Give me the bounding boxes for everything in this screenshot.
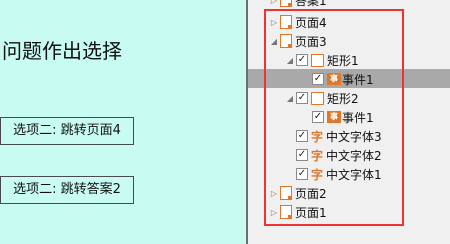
- option-button-answer2[interactable]: 选项二: 跳转答案2: [0, 176, 134, 204]
- expand-arrow-icon[interactable]: ▷: [268, 208, 280, 217]
- tree-item-font1[interactable]: ✓ 字 中文字体1: [296, 165, 382, 183]
- visibility-checkbox[interactable]: ✓: [296, 54, 308, 66]
- tree-item-label: 矩形2: [327, 91, 359, 106]
- tree-item-label: 页面3: [295, 34, 327, 49]
- text-icon: 字: [311, 167, 324, 182]
- text-icon: 字: [311, 148, 324, 163]
- event-icon: 事: [327, 73, 341, 85]
- layer-tree-panel: ▷ 答案1 ▷ 页面4 ◢ 页面3 ◢ ✓ 矩形1 ✓ 事 事件1 ◢ ✓ 矩形…: [248, 0, 450, 244]
- question-text: 问题作出选择: [2, 39, 122, 63]
- visibility-checkbox[interactable]: ✓: [312, 73, 324, 85]
- visibility-checkbox[interactable]: ✓: [296, 168, 308, 180]
- page-icon: [280, 0, 292, 7]
- tree-item-label: 事件1: [342, 110, 374, 125]
- collapse-arrow-icon[interactable]: ◢: [284, 94, 296, 103]
- expand-arrow-icon[interactable]: ▷: [268, 0, 280, 5]
- visibility-checkbox[interactable]: ✓: [296, 130, 308, 142]
- tree-item-rect2[interactable]: ◢ ✓ 矩形2: [284, 89, 359, 107]
- rectangle-icon: [311, 91, 324, 105]
- tree-item-page3[interactable]: ◢ 页面3: [268, 32, 327, 50]
- tree-item-event1-selected[interactable]: ✓ 事 事件1: [312, 70, 374, 88]
- page-icon: [280, 15, 292, 29]
- visibility-checkbox[interactable]: ✓: [312, 111, 324, 123]
- page-icon: [280, 34, 292, 48]
- option-button-page4[interactable]: 选项二: 跳转页面4: [0, 117, 134, 145]
- preview-canvas: 问题作出选择 选项二: 跳转页面4 选项二: 跳转答案2: [0, 0, 246, 244]
- tree-item-answer1[interactable]: ▷ 答案1: [268, 0, 327, 9]
- tree-item-page1[interactable]: ▷ 页面1: [268, 203, 327, 221]
- tree-item-page2[interactable]: ▷ 页面2: [268, 184, 327, 202]
- tree-item-label: 页面1: [295, 205, 327, 220]
- tree-item-label: 矩形1: [327, 53, 359, 68]
- tree-item-font2[interactable]: ✓ 字 中文字体2: [296, 146, 382, 164]
- tree-item-font3[interactable]: ✓ 字 中文字体3: [296, 127, 382, 145]
- tree-item-label: 页面4: [295, 15, 327, 30]
- visibility-checkbox[interactable]: ✓: [296, 92, 308, 104]
- tree-item-page4[interactable]: ▷ 页面4: [268, 13, 327, 31]
- expand-arrow-icon[interactable]: ▷: [268, 189, 280, 198]
- event-icon: 事: [327, 111, 341, 123]
- text-icon: 字: [311, 129, 324, 144]
- page-icon: [280, 186, 292, 200]
- tree-item-label: 中文字体1: [326, 167, 382, 182]
- expand-arrow-icon[interactable]: ▷: [268, 18, 280, 27]
- tree-item-label: 页面2: [295, 186, 327, 201]
- collapse-arrow-icon[interactable]: ◢: [268, 37, 280, 46]
- collapse-arrow-icon[interactable]: ◢: [284, 56, 296, 65]
- tree-item-label: 中文字体3: [326, 129, 382, 144]
- tree-item-event1[interactable]: ✓ 事 事件1: [312, 108, 374, 126]
- tree-item-label: 答案1: [295, 0, 327, 8]
- page-icon: [280, 205, 292, 219]
- tree-item-rect1[interactable]: ◢ ✓ 矩形1: [284, 51, 359, 69]
- rectangle-icon: [311, 53, 324, 67]
- visibility-checkbox[interactable]: ✓: [296, 149, 308, 161]
- tree-item-label: 事件1: [342, 72, 374, 87]
- tree-item-label: 中文字体2: [326, 148, 382, 163]
